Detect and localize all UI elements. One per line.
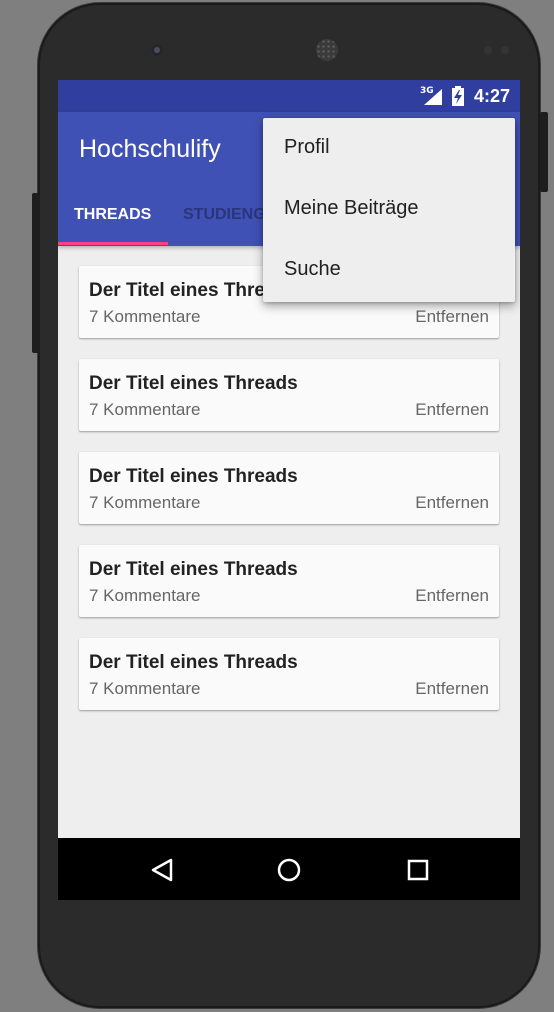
recents-icon[interactable] bbox=[402, 854, 434, 886]
power-button bbox=[540, 112, 548, 192]
thread-card[interactable]: Der Titel eines Threads 7 Kommentare Ent… bbox=[79, 545, 499, 617]
thread-comment-count: 7 Kommentare bbox=[89, 307, 201, 326]
home-icon[interactable] bbox=[273, 854, 305, 886]
thread-title: Der Titel eines Threads bbox=[89, 466, 298, 487]
overflow-menu: Profil Meine Beiträge Suche bbox=[263, 118, 515, 302]
menu-item-label: Meine Beiträge bbox=[284, 197, 419, 219]
remove-button[interactable]: Entfernen bbox=[415, 586, 489, 606]
thread-comment-count: 7 Kommentare bbox=[89, 586, 201, 605]
thread-comment-count: 7 Kommentare bbox=[89, 679, 201, 698]
tab-threads[interactable]: THREADS bbox=[74, 204, 151, 244]
thread-title: Der Titel eines Threads bbox=[89, 373, 298, 394]
back-icon[interactable] bbox=[146, 854, 178, 886]
light-sensor bbox=[501, 46, 509, 54]
device-screen: 3G 4:27 Hochschulify THREADS STUDIENG De… bbox=[58, 80, 520, 900]
thread-comment-count: 7 Kommentare bbox=[89, 400, 201, 419]
front-camera bbox=[151, 44, 163, 56]
menu-item-profil[interactable]: Profil bbox=[263, 118, 515, 179]
thread-title: Der Titel eines Threads bbox=[89, 559, 298, 580]
signal-icon bbox=[424, 89, 442, 105]
proximity-sensor bbox=[484, 46, 492, 54]
volume-button bbox=[32, 193, 40, 353]
thread-card[interactable]: Der Titel eines Threads 7 Kommentare Ent… bbox=[79, 359, 499, 431]
tab-studiengaenge[interactable]: STUDIENG bbox=[183, 204, 266, 244]
remove-button[interactable]: Entfernen bbox=[415, 679, 489, 699]
menu-item-suche[interactable]: Suche bbox=[263, 240, 515, 301]
remove-button[interactable]: Entfernen bbox=[415, 493, 489, 513]
thread-title: Der Titel eines Threads bbox=[89, 652, 298, 673]
thread-card[interactable]: Der Titel eines Threads 7 Kommentare Ent… bbox=[79, 452, 499, 524]
tab-indicator bbox=[58, 242, 168, 245]
menu-item-label: Profil bbox=[284, 136, 330, 158]
menu-item-label: Suche bbox=[284, 258, 341, 280]
earpiece-speaker bbox=[316, 39, 338, 61]
status-bar: 3G 4:27 bbox=[58, 80, 520, 112]
remove-button[interactable]: Entfernen bbox=[415, 400, 489, 420]
app-title: Hochschulify bbox=[79, 135, 221, 163]
menu-item-meine-beitraege[interactable]: Meine Beiträge bbox=[263, 179, 515, 240]
battery-charging-icon bbox=[452, 86, 464, 106]
status-time: 4:27 bbox=[474, 86, 511, 106]
thread-card[interactable]: Der Titel eines Threads 7 Kommentare Ent… bbox=[79, 638, 499, 710]
navigation-bar bbox=[58, 838, 520, 900]
remove-button[interactable]: Entfernen bbox=[415, 307, 489, 327]
thread-comment-count: 7 Kommentare bbox=[89, 493, 201, 512]
